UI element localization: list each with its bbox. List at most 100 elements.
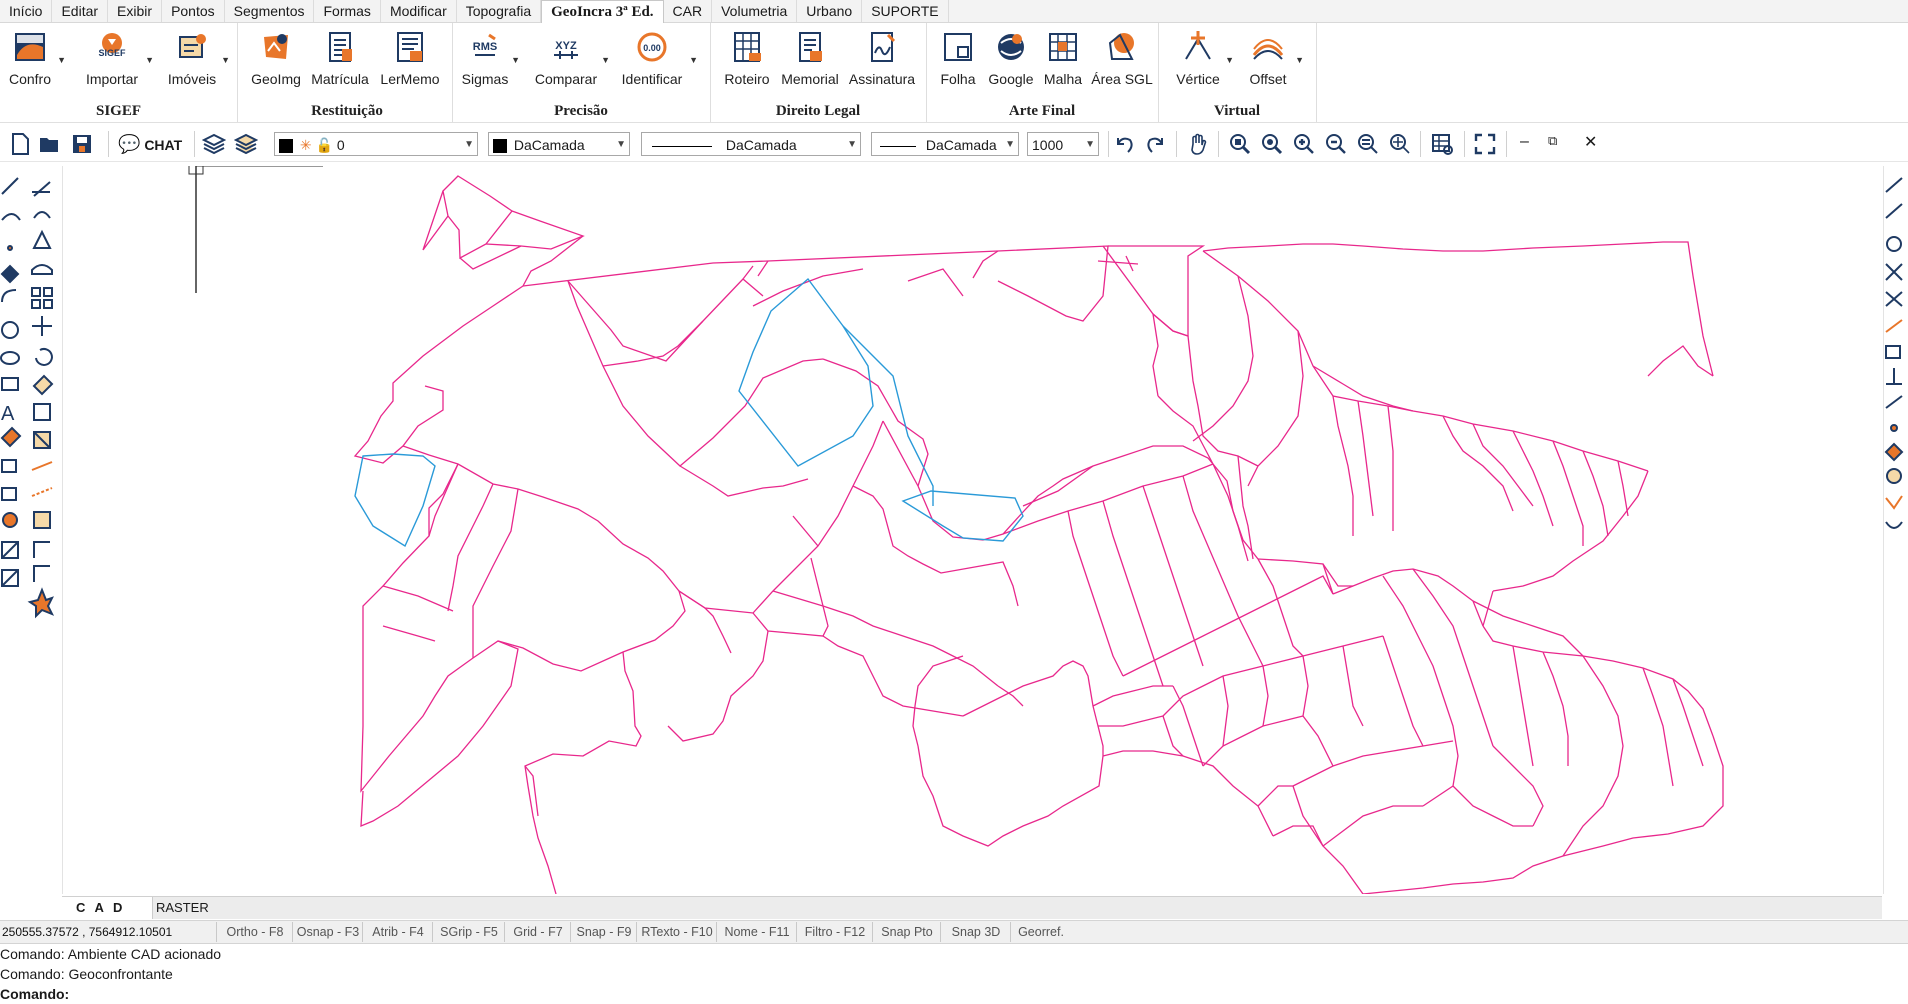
caret-down-icon[interactable]: ▼ xyxy=(57,55,66,65)
matricula-button[interactable]: Matrícula xyxy=(310,29,370,87)
caret-down-icon[interactable]: ▼ xyxy=(1295,55,1304,65)
undo-icon[interactable] xyxy=(1112,132,1136,156)
menu-tab[interactable]: Início xyxy=(0,0,53,22)
menu-tab[interactable]: CAR xyxy=(664,0,713,22)
roteiro-button[interactable]: Roteiro xyxy=(720,29,774,87)
caret-down-icon[interactable]: ▼ xyxy=(689,55,698,65)
roteiro-label: Roteiro xyxy=(724,71,770,87)
fullscreen-icon[interactable] xyxy=(1473,132,1497,156)
ribbon-group-restituicao: GeoImg Matrícula LerMemo Restituição xyxy=(242,23,453,122)
color-select[interactable]: DaCamada ▼ xyxy=(488,132,630,156)
identificar-button[interactable]: 0.00 Identificar ▼ xyxy=(616,29,698,87)
chevron-down-icon: ▼ xyxy=(616,139,626,150)
confro-button[interactable]: Confro ▼ xyxy=(4,29,66,87)
status-toggle[interactable]: Nome - F11 xyxy=(716,922,797,942)
point-tool-icon xyxy=(7,245,13,251)
caret-down-icon[interactable]: ▼ xyxy=(511,55,520,65)
tab-cad[interactable]: C A D xyxy=(62,897,153,919)
save-icon[interactable] xyxy=(70,132,94,156)
parcel-boundaries xyxy=(353,175,1724,895)
status-toggle[interactable]: Ortho - F8 xyxy=(216,922,293,942)
pan-hand-icon[interactable] xyxy=(1186,132,1210,156)
lermemo-button[interactable]: LerMemo xyxy=(378,29,442,87)
menu-tab[interactable]: Formas xyxy=(314,0,381,22)
folha-label: Folha xyxy=(940,71,976,87)
status-toggle[interactable]: RTexto - F10 xyxy=(636,922,717,942)
zoom-dynamic-icon[interactable] xyxy=(1260,132,1284,156)
area-sgl-button[interactable]: Área SGL xyxy=(1090,29,1154,87)
menu-tab[interactable]: Exibir xyxy=(108,0,163,22)
zoom-out-icon[interactable] xyxy=(1324,132,1348,156)
zoom-in-icon[interactable] xyxy=(1292,132,1316,156)
snap-center-icon xyxy=(1886,236,1902,252)
snap-insert-icon xyxy=(1885,345,1901,359)
hatch-edit-icon xyxy=(1,569,19,587)
right-tools-svg xyxy=(1884,177,1904,529)
minimize-icon[interactable]: – xyxy=(1520,133,1529,151)
folha-button[interactable]: Folha xyxy=(938,29,978,87)
imoveis-button[interactable]: Imóveis ▼ xyxy=(164,29,230,87)
lock-icon: 🔓 xyxy=(315,137,333,153)
command-line-panel[interactable]: Comando: Ambiente CAD acionado Comando: … xyxy=(0,944,1908,1004)
sigmas-button[interactable]: RMS Sigmas ▼ xyxy=(460,29,520,87)
status-toggle[interactable]: Georref. xyxy=(1010,922,1071,942)
close-icon[interactable]: ✕ xyxy=(1584,132,1597,152)
array-tool-icon xyxy=(31,287,41,297)
new-file-icon[interactable] xyxy=(8,132,32,156)
zoom-extents-icon[interactable] xyxy=(1388,132,1412,156)
menu-tab[interactable]: Urbano xyxy=(797,0,863,22)
open-folder-icon[interactable] xyxy=(38,132,62,156)
chat-button[interactable]: 💬 CHAT xyxy=(118,132,182,156)
menu-tab[interactable]: Topografia xyxy=(457,0,542,22)
properties-grid-icon[interactable] xyxy=(1430,132,1454,156)
importar-button[interactable]: SIGEF Importar ▼ xyxy=(80,29,154,87)
chevron-down-icon: ▼ xyxy=(847,139,857,150)
status-toggle[interactable]: Osnap - F3 xyxy=(292,922,363,942)
vertice-label: Vértice xyxy=(1176,71,1220,87)
tag-tool-icon xyxy=(0,426,22,448)
snap-extension-icon xyxy=(1885,319,1903,333)
comparar-button[interactable]: XYZ Comparar ▼ xyxy=(532,29,610,87)
cad-drawing-canvas[interactable] xyxy=(62,165,1884,895)
menu-tab[interactable]: SUPORTE xyxy=(862,0,949,22)
lineweight-select[interactable]: DaCamada ▼ xyxy=(871,132,1019,156)
line-tool-icon xyxy=(1,177,19,195)
status-toggle[interactable]: Grid - F7 xyxy=(504,922,571,942)
layer-states-icon[interactable] xyxy=(234,132,258,156)
layers-icon[interactable] xyxy=(202,132,226,156)
zoom-window-icon[interactable] xyxy=(1228,132,1252,156)
caret-down-icon[interactable]: ▼ xyxy=(1225,55,1234,65)
command-prompt[interactable]: Comando: xyxy=(0,984,69,1004)
status-toggle[interactable]: SGrip - F5 xyxy=(432,922,505,942)
status-toggle[interactable]: Snap Pto xyxy=(872,922,941,942)
group-title-arte-final: Arte Final xyxy=(1008,103,1076,119)
scale-select[interactable]: 1000 ▼ xyxy=(1027,132,1099,156)
assinatura-button[interactable]: Assinatura xyxy=(846,29,918,87)
google-button[interactable]: Google xyxy=(986,29,1036,87)
status-toggle[interactable]: Filtro - F12 xyxy=(796,922,873,942)
vertice-button[interactable]: Vértice ▼ xyxy=(1172,29,1234,87)
geoimg-button[interactable]: GeoImg xyxy=(248,29,304,87)
malha-button[interactable]: Malha xyxy=(1038,29,1088,87)
tab-raster[interactable]: RASTER xyxy=(142,897,223,919)
redo-icon[interactable] xyxy=(1144,132,1168,156)
menu-tab[interactable]: GeoIncra 3ª Ed. xyxy=(541,0,664,24)
caret-down-icon[interactable]: ▼ xyxy=(145,55,154,65)
status-toggle[interactable]: Atrib - F4 xyxy=(362,922,433,942)
memorial-button[interactable]: Memorial xyxy=(778,29,842,87)
status-toggle[interactable]: Snap 3D xyxy=(940,922,1011,942)
offset-button[interactable]: Offset ▼ xyxy=(1242,29,1304,87)
status-toggle[interactable]: Snap - F9 xyxy=(570,922,637,942)
caret-down-icon[interactable]: ▼ xyxy=(601,55,610,65)
menu-tab[interactable]: Editar xyxy=(52,0,109,22)
menu-tab[interactable]: Segmentos xyxy=(225,0,315,22)
lermemo-label: LerMemo xyxy=(380,71,440,87)
linetype-select[interactable]: DaCamada ▼ xyxy=(641,132,861,156)
layer-select[interactable]: ✳ 🔓 0 ▼ xyxy=(274,132,478,156)
caret-down-icon[interactable]: ▼ xyxy=(221,55,230,65)
restore-window-icon[interactable]: ⧉ xyxy=(1548,133,1557,149)
menu-tab[interactable]: Volumetria xyxy=(712,0,798,22)
zoom-all-icon[interactable] xyxy=(1356,132,1380,156)
menu-tab[interactable]: Modificar xyxy=(381,0,457,22)
menu-tab[interactable]: Pontos xyxy=(162,0,225,22)
